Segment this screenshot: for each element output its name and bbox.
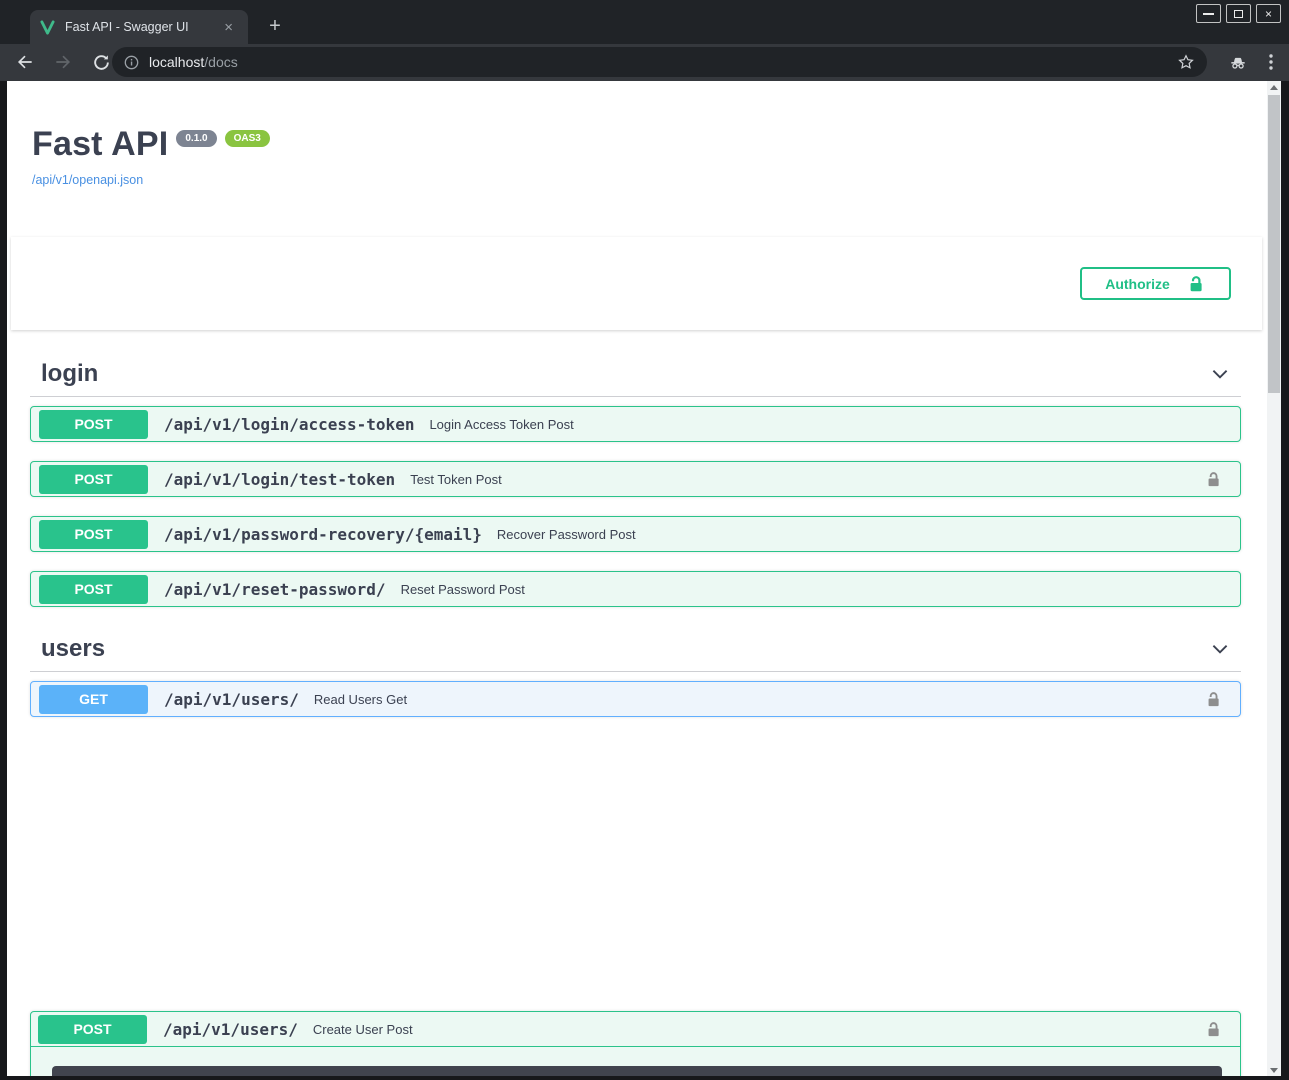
unlocked-padlock-icon: [1204, 690, 1223, 709]
scroll-down-arrow[interactable]: [1267, 1064, 1281, 1076]
url-text[interactable]: localhost/docs: [149, 54, 1177, 70]
operation-path: /api/v1/reset-password/: [164, 580, 386, 599]
url-host: localhost: [149, 54, 204, 70]
chevron-down-icon[interactable]: [1209, 638, 1231, 660]
operation-summary: Read Users Get: [314, 692, 1204, 707]
tab-close-icon[interactable]: ×: [219, 18, 238, 37]
forward-button[interactable]: [50, 47, 76, 77]
method-badge: POST: [39, 465, 148, 494]
operation-expanded: POST /api/v1/users/ Create User Post Cre…: [30, 1011, 1241, 1076]
unlocked-padlock-icon: [1204, 470, 1223, 489]
page-info-icon[interactable]: [124, 55, 139, 70]
operation-path: /api/v1/password-recovery/{email}: [164, 525, 482, 544]
operation-row[interactable]: POST /api/v1/users/ Create User Post: [31, 1012, 1240, 1047]
browser-tab[interactable]: Fast API - Swagger UI ×: [30, 10, 248, 44]
section-login: login POST /api/v1/login/access-token Lo…: [30, 351, 1241, 626]
menu-dots-icon[interactable]: [1263, 53, 1279, 71]
section-login-header[interactable]: login: [30, 351, 1241, 397]
openapi-spec-link[interactable]: /api/v1/openapi.json: [32, 173, 143, 187]
operation-summary: Create User Post: [313, 1022, 1204, 1037]
bookmark-star-icon[interactable]: [1177, 53, 1195, 71]
back-icon: [15, 52, 35, 72]
new-tab-button[interactable]: +: [262, 15, 288, 37]
reload-button[interactable]: [88, 47, 114, 77]
browser-toolbar: localhost/docs: [0, 44, 1289, 81]
operation-description-bar: Create new user: [52, 1066, 1222, 1076]
auth-lock-button[interactable]: [1204, 690, 1223, 709]
tab-title: Fast API - Swagger UI: [65, 20, 219, 34]
section-title: login: [41, 360, 1209, 388]
section-users-header[interactable]: users: [30, 626, 1241, 672]
url-path: /docs: [204, 54, 237, 70]
browser-titlebar: Fast API - Swagger UI × + ×: [0, 0, 1289, 44]
auth-lock-button[interactable]: [1204, 1020, 1223, 1039]
operation-path: /api/v1/login/access-token: [164, 415, 414, 434]
chevron-down-icon[interactable]: [1209, 363, 1231, 385]
section-title: users: [41, 635, 1209, 663]
method-badge: POST: [38, 1015, 147, 1044]
incognito-icon: [1227, 52, 1249, 72]
method-badge: POST: [39, 520, 148, 549]
operation-path: /api/v1/login/test-token: [164, 470, 395, 489]
authorize-label: Authorize: [1105, 276, 1170, 292]
operation-path: /api/v1/users/: [163, 1020, 298, 1039]
method-badge: GET: [39, 685, 148, 714]
operation-row[interactable]: POST /api/v1/reset-password/ Reset Passw…: [30, 571, 1241, 607]
reload-icon: [92, 53, 111, 72]
minimize-icon: [1203, 13, 1214, 15]
url-bar[interactable]: localhost/docs: [112, 47, 1207, 77]
window-controls: ×: [1196, 4, 1281, 23]
page-scrollbar[interactable]: [1267, 81, 1281, 1076]
operation-summary: Recover Password Post: [497, 527, 1230, 542]
scroll-up-arrow[interactable]: [1267, 81, 1281, 93]
browser-window: Fast API - Swagger UI × + ×: [0, 0, 1289, 1080]
version-badge: 0.1.0: [176, 130, 216, 147]
scrollbar-thumb[interactable]: [1268, 95, 1280, 393]
operation-summary: Reset Password Post: [401, 582, 1230, 597]
minimize-button[interactable]: [1196, 4, 1221, 23]
close-button[interactable]: ×: [1256, 4, 1281, 23]
operation-path: /api/v1/users/: [164, 690, 299, 709]
favicon-icon: [40, 20, 55, 35]
operation-summary: Login Access Token Post: [429, 417, 1230, 432]
back-button[interactable]: [12, 47, 38, 77]
method-badge: POST: [39, 575, 148, 604]
forward-icon: [53, 52, 73, 72]
unlocked-padlock-icon: [1204, 1020, 1223, 1039]
auth-lock-button[interactable]: [1204, 470, 1223, 489]
maximize-button[interactable]: [1226, 4, 1251, 23]
operation-row[interactable]: POST /api/v1/login/access-token Login Ac…: [30, 406, 1241, 442]
unlocked-padlock-icon: [1186, 274, 1206, 294]
authorize-button[interactable]: Authorize: [1080, 267, 1231, 300]
section-users: users GET /api/v1/users/ Read Users Get: [30, 626, 1241, 736]
api-info: Fast API 0.1.0 OAS3: [32, 125, 270, 164]
operation-row[interactable]: POST /api/v1/password-recovery/{email} R…: [30, 516, 1241, 552]
page-title: Fast API: [32, 125, 168, 163]
operation-row[interactable]: GET /api/v1/users/ Read Users Get: [30, 681, 1241, 717]
scheme-container: Authorize: [11, 237, 1262, 330]
operation-summary: Test Token Post: [410, 472, 1204, 487]
method-badge: POST: [39, 410, 148, 439]
page-content: Fast API 0.1.0 OAS3 /api/v1/openapi.json A…: [7, 81, 1281, 1076]
oas3-badge: OAS3: [225, 130, 270, 147]
operation-row[interactable]: POST /api/v1/login/test-token Test Token…: [30, 461, 1241, 497]
maximize-icon: [1234, 10, 1243, 18]
